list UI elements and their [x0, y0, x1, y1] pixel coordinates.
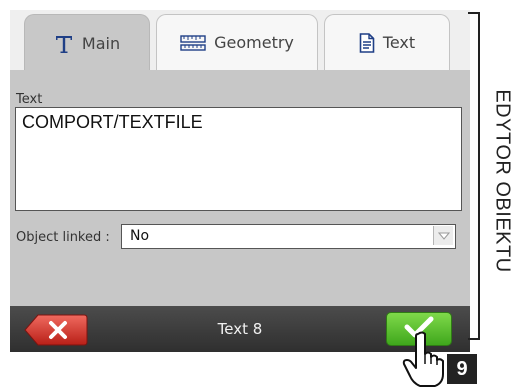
step-badge: 9 — [447, 354, 477, 384]
text-field-label: Text — [16, 92, 42, 107]
text-input[interactable]: COMPORT/TEXTFILE — [15, 107, 462, 211]
tab-main[interactable]: Main — [24, 14, 150, 72]
object-linked-value: No — [130, 228, 149, 244]
tab-main-label: Main — [82, 34, 120, 53]
side-title: EDYTOR OBIEKTU — [487, 56, 512, 306]
bracket-line — [468, 12, 480, 340]
tab-text[interactable]: Text — [324, 14, 450, 70]
object-linked-label: Object linked : — [16, 230, 110, 245]
main-panel: Text COMPORT/TEXTFILE Object linked : No — [10, 70, 470, 306]
chevron-down-icon[interactable] — [433, 226, 453, 245]
document-icon — [359, 33, 375, 53]
pointing-hand-icon — [398, 330, 450, 387]
object-linked-select[interactable]: No — [121, 224, 456, 249]
tab-geometry[interactable]: Geometry — [156, 14, 318, 70]
side-title-text: EDYTOR OBIEKTU — [491, 89, 512, 272]
tab-bar: Main Geometry Text — [10, 10, 470, 70]
tab-text-label: Text — [383, 33, 415, 52]
text-t-icon — [54, 33, 74, 55]
ruler-icon — [180, 34, 206, 52]
object-editor-screen: Main Geometry Text — [10, 10, 470, 352]
tab-geometry-label: Geometry — [214, 33, 294, 52]
